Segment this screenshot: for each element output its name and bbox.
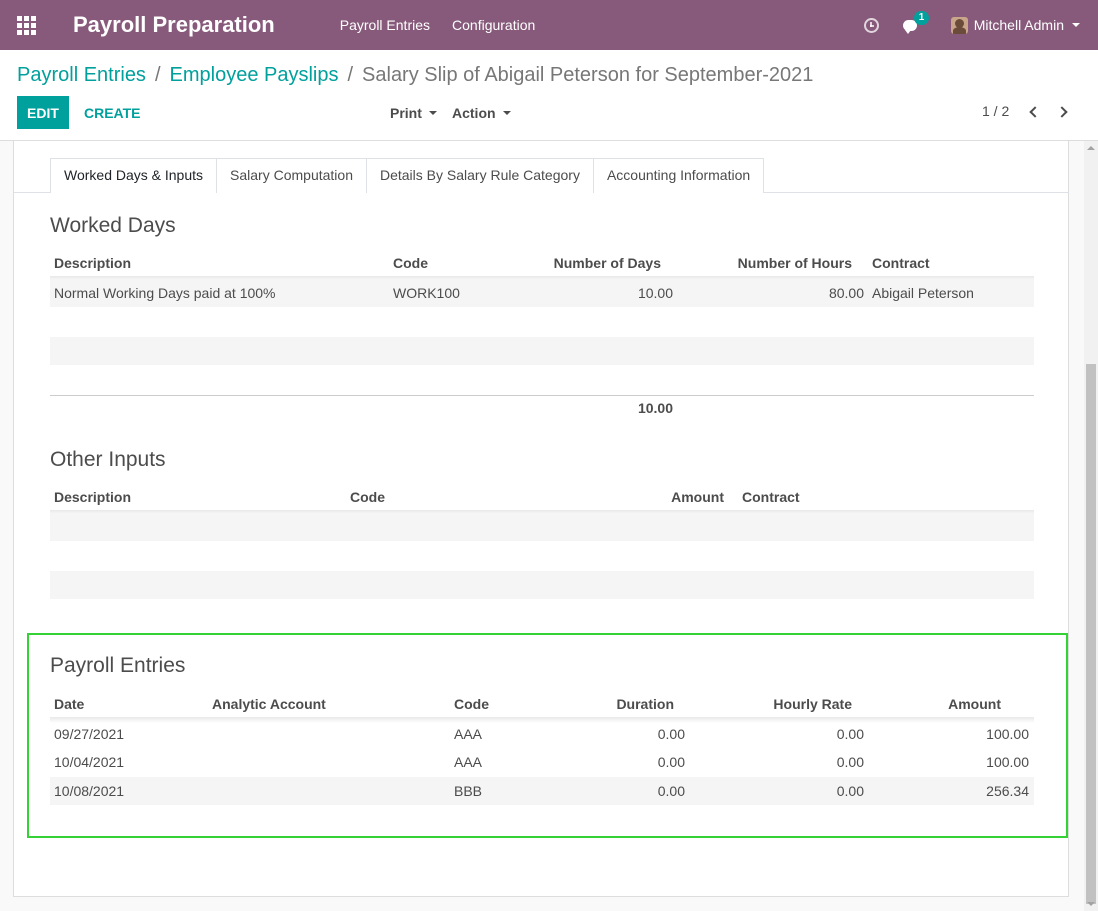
control-panel: Payroll Entries / Employee Payslips / Sa…: [0, 50, 1098, 141]
column-header-code[interactable]: Code: [350, 489, 385, 505]
action-dropdown[interactable]: Action: [452, 96, 511, 129]
main-menu: Payroll Entries Configuration: [329, 17, 547, 33]
column-header-contract[interactable]: Contract: [742, 489, 800, 505]
column-header-amount[interactable]: Amount: [614, 489, 724, 505]
avatar: [950, 16, 968, 34]
edit-button[interactable]: EDIT: [17, 96, 69, 129]
worked-days-contract: Abigail Peterson: [872, 285, 974, 301]
top-navbar: Payroll Preparation Payroll Entries Conf…: [0, 0, 1098, 50]
tab-salary-computation[interactable]: Salary Computation: [216, 158, 367, 193]
scroll-down-arrow-icon[interactable]: [1087, 902, 1095, 906]
table-footer-divider: [50, 395, 1034, 396]
create-button[interactable]: CREATE: [78, 96, 147, 129]
pager-value[interactable]: 1 / 2: [982, 103, 1009, 119]
worked-days-code: WORK100: [393, 285, 460, 301]
apps-grid-icon: [16, 15, 36, 35]
breadcrumb-separator: /: [347, 64, 354, 86]
tab-details-by-rule-category[interactable]: Details By Salary Rule Category: [365, 158, 594, 193]
column-header-contract[interactable]: Contract: [872, 255, 930, 271]
worked-days-description: Normal Working Days paid at 100%: [54, 285, 276, 301]
menu-item-configuration[interactable]: Configuration: [441, 17, 546, 33]
empty-row: [50, 571, 1034, 599]
column-header-code[interactable]: Code: [393, 255, 428, 271]
activity-clock-icon[interactable]: [863, 17, 879, 33]
action-label: Action: [452, 104, 496, 121]
column-header-description[interactable]: Description: [54, 255, 131, 271]
scrollbar-thumb[interactable]: [1086, 364, 1096, 904]
breadcrumb-current: Salary Slip of Abigail Peterson for Sept…: [362, 64, 814, 86]
navbar-systray: 1 Mitchell Admin: [863, 0, 1098, 50]
pager-next-button[interactable]: [1056, 105, 1071, 121]
print-dropdown[interactable]: Print: [390, 96, 437, 129]
user-name: Mitchell Admin: [973, 17, 1064, 33]
empty-row: [50, 337, 1034, 365]
chevron-left-icon: [1029, 106, 1041, 118]
breadcrumb: Payroll Entries / Employee Payslips / Sa…: [17, 64, 813, 87]
apps-menu-button[interactable]: [0, 0, 52, 50]
chevron-right-icon: [1056, 106, 1068, 118]
vertical-scrollbar[interactable]: [1084, 141, 1098, 911]
worked-days-title: Worked Days: [50, 214, 176, 237]
worked-days-hours: 80.00: [828, 285, 864, 301]
messaging-button[interactable]: 1: [902, 11, 930, 34]
caret-down-icon: [428, 110, 437, 115]
other-inputs-title: Other Inputs: [50, 448, 166, 471]
caret-down-icon: [502, 110, 511, 115]
scroll-up-arrow-icon[interactable]: [1087, 146, 1095, 150]
payroll-entries-highlight: [27, 633, 1068, 838]
breadcrumb-separator: /: [154, 64, 161, 86]
column-header-number-of-days[interactable]: Number of Days: [534, 255, 661, 271]
menu-item-payroll-entries[interactable]: Payroll Entries: [329, 17, 441, 33]
form-sheet: Worked Days & Inputs Salary Computation …: [13, 141, 1069, 897]
tab-accounting-information[interactable]: Accounting Information: [592, 158, 765, 193]
caret-down-icon: [1072, 23, 1080, 27]
column-header-number-of-hours[interactable]: Number of Hours: [714, 255, 852, 271]
print-label: Print: [390, 104, 422, 121]
breadcrumb-employee-payslips[interactable]: Employee Payslips: [170, 64, 339, 87]
chat-counter-badge: 1: [913, 11, 930, 25]
worked-days-total-days: 10.00: [637, 400, 673, 416]
pager-previous-button[interactable]: [1027, 105, 1041, 121]
worked-days-days: 10.00: [637, 285, 673, 301]
tab-worked-days-inputs[interactable]: Worked Days & Inputs: [50, 158, 218, 193]
breadcrumb-payroll-entries[interactable]: Payroll Entries: [17, 64, 146, 87]
column-header-description[interactable]: Description: [54, 489, 131, 505]
empty-row: [50, 513, 1034, 541]
app-title[interactable]: Payroll Preparation: [73, 12, 275, 38]
notebook-tabs: Worked Days & Inputs Salary Computation …: [50, 158, 765, 193]
user-menu[interactable]: Mitchell Admin: [950, 16, 1080, 34]
form-view-content: Worked Days & Inputs Salary Computation …: [0, 141, 1084, 911]
